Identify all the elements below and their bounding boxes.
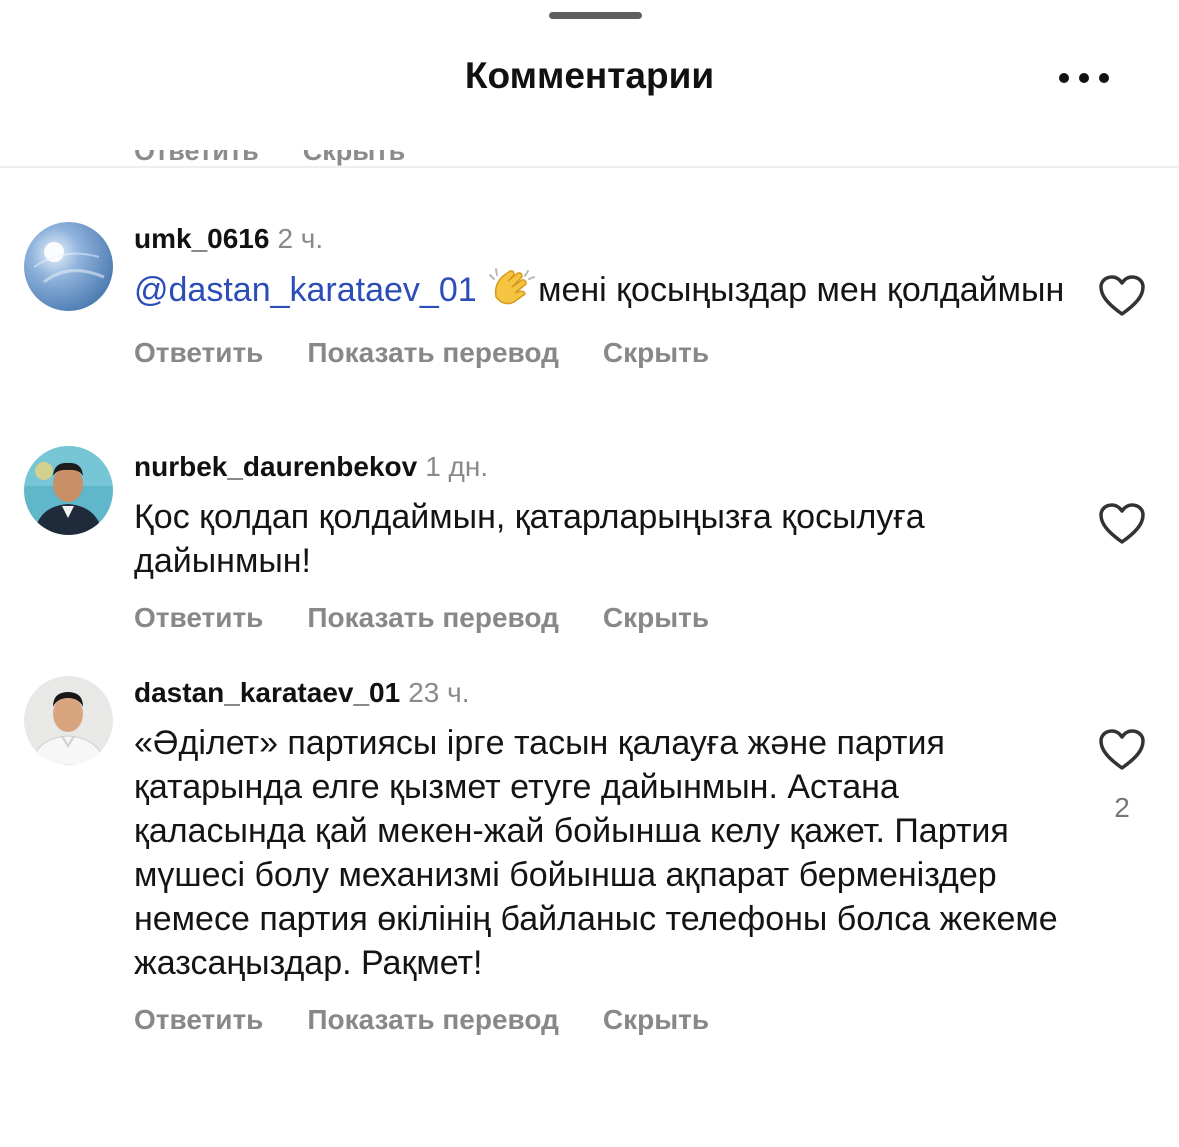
- show-translation-button[interactable]: Показать перевод: [307, 602, 559, 633]
- comment-username[interactable]: umk_0616: [134, 223, 269, 254]
- reply-button[interactable]: Ответить: [134, 150, 259, 166]
- comment-time: 23 ч.: [408, 677, 470, 708]
- avatar[interactable]: [24, 676, 113, 765]
- avatar[interactable]: [24, 446, 113, 535]
- comment-time: 1 дн.: [425, 451, 489, 482]
- comment-actions: Ответить Показать перевод Скрыть: [134, 1004, 1074, 1036]
- hide-button[interactable]: Скрыть: [603, 602, 709, 633]
- comment-actions: Ответить Показать перевод Скрыть: [134, 337, 1074, 369]
- drag-handle[interactable]: [549, 12, 642, 19]
- reply-button[interactable]: Ответить: [134, 602, 263, 633]
- reply-button[interactable]: Ответить: [134, 337, 263, 368]
- comment-username[interactable]: dastan_karataev_01: [134, 677, 400, 708]
- more-options-icon[interactable]: [1059, 66, 1109, 90]
- heart-outline-icon[interactable]: [1098, 502, 1146, 546]
- hide-button[interactable]: Скрыть: [603, 1004, 709, 1035]
- comment-body: «Әділет» партиясы іргe тасын қалауға жән…: [134, 724, 1058, 982]
- hide-button[interactable]: Скрыть: [603, 337, 709, 368]
- comments-sheet: Комментарии Ответить Скрыть umk_0616 2 ч…: [0, 0, 1179, 1147]
- clapping-hands-icon: [488, 267, 536, 318]
- avatar[interactable]: [24, 222, 113, 311]
- comment-body: мені қосыңыздар мен қолдаймын: [538, 271, 1065, 309]
- sheet-title: Комментарии: [464, 55, 715, 96]
- heart-outline-icon[interactable]: [1098, 274, 1146, 318]
- comment-username[interactable]: nurbek_daurenbekov: [134, 451, 417, 482]
- like-count: 2: [1114, 792, 1130, 823]
- hide-button[interactable]: Скрыть: [303, 150, 405, 166]
- mention-link[interactable]: @dastan_karataev_01: [134, 271, 477, 309]
- show-translation-button[interactable]: Показать перевод: [307, 1004, 559, 1035]
- comment-body: Қос қолдап қолдаймын, қатарларыңызға қос…: [134, 498, 925, 580]
- show-translation-button[interactable]: Показать перевод: [307, 337, 559, 368]
- reply-button[interactable]: Ответить: [134, 1004, 263, 1035]
- comment-time: 2 ч.: [277, 223, 324, 254]
- comment-text: @dastan_karataev_01 мені қосыңыздар мен …: [134, 267, 1074, 318]
- header-divider: [0, 166, 1179, 168]
- heart-outline-icon[interactable]: [1098, 728, 1146, 772]
- comment-actions: Ответить Показать перевод Скрыть: [134, 602, 1074, 634]
